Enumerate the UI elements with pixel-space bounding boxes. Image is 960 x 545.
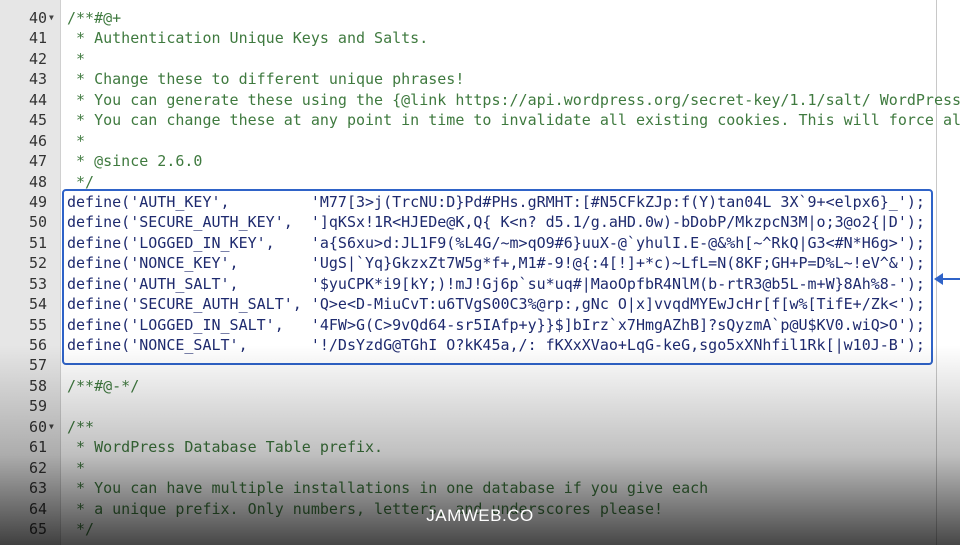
arrow-left-icon (934, 273, 960, 285)
line-number: 47 (28, 152, 47, 171)
code-text: /**#@-*/ (67, 376, 140, 395)
line-number: 63 (28, 479, 47, 498)
line-number: 60 (28, 417, 47, 436)
code-line: 60 ▼ /** (0, 417, 960, 437)
line-number: 62 (28, 458, 47, 477)
line-number: 54 (28, 295, 47, 314)
line-number: 49 (28, 192, 47, 211)
code-line: 41 * Authentication Unique Keys and Salt… (0, 28, 960, 48)
code-line: 45 * You can change these at any point i… (0, 110, 960, 130)
code-text: * (67, 131, 86, 150)
code-line: 46 * (0, 131, 960, 151)
code-line: 58 /**#@-*/ (0, 376, 960, 396)
line-number: 43 (28, 70, 47, 89)
line-number: 61 (28, 438, 47, 457)
line-number: 45 (28, 111, 47, 130)
watermark: JAMWEB.CO (426, 506, 534, 525)
code-text: * (67, 49, 86, 68)
code-text: * You can generate these using the {@lin… (67, 90, 960, 109)
code-text: * @since 2.6.0 (67, 152, 203, 171)
line-number: 59 (28, 397, 47, 416)
line-number: 50 (28, 213, 47, 232)
code-line: 59 (0, 396, 960, 416)
line-number: 48 (28, 172, 47, 191)
fold-toggle-icon[interactable]: ▼ (49, 417, 54, 437)
code-text: * WordPress Database Table prefix. (67, 438, 384, 457)
code-line: 40 ▼ /**#@+ (0, 8, 960, 28)
code-text: * Authentication Unique Keys and Salts. (67, 29, 429, 48)
line-number: 42 (28, 49, 47, 68)
line-number: 51 (28, 233, 47, 252)
line-number: 53 (28, 274, 47, 293)
code-line: 63 * You can have multiple installations… (0, 478, 960, 498)
code-text: * (67, 458, 86, 477)
code-text: * You can change these at any point in t… (67, 111, 960, 130)
line-number: 44 (28, 90, 47, 109)
code-editor[interactable]: 40 ▼/**#@+ 41 * Authentication Unique Keys… (0, 0, 960, 545)
code-line: 61 * WordPress Database Table prefix. (0, 437, 960, 457)
line-number: 52 (28, 254, 47, 273)
code-line: 43 * Change these to different unique ph… (0, 69, 960, 89)
line-number: 41 (28, 29, 47, 48)
line-number: 57 (28, 356, 47, 375)
fold-toggle-icon[interactable]: ▼ (49, 8, 54, 28)
code-line: 47 * @since 2.6.0 (0, 151, 960, 171)
code-text: /**#@+ (67, 9, 122, 27)
code-line: 44 * You can generate these using the {@… (0, 90, 960, 110)
salt-keys-highlight-box (62, 189, 933, 365)
line-number: 40 (28, 9, 47, 27)
line-number: 55 (28, 315, 47, 334)
code-text: /** (67, 417, 95, 436)
line-number: 58 (28, 376, 47, 395)
line-number: 56 (28, 336, 47, 355)
code-line: 42 * (0, 49, 960, 69)
code-line: 62 * (0, 458, 960, 478)
code-text: * Change these to different unique phras… (67, 70, 465, 89)
line-number: 46 (28, 131, 47, 150)
code-text: * You can have multiple installations in… (67, 479, 709, 498)
